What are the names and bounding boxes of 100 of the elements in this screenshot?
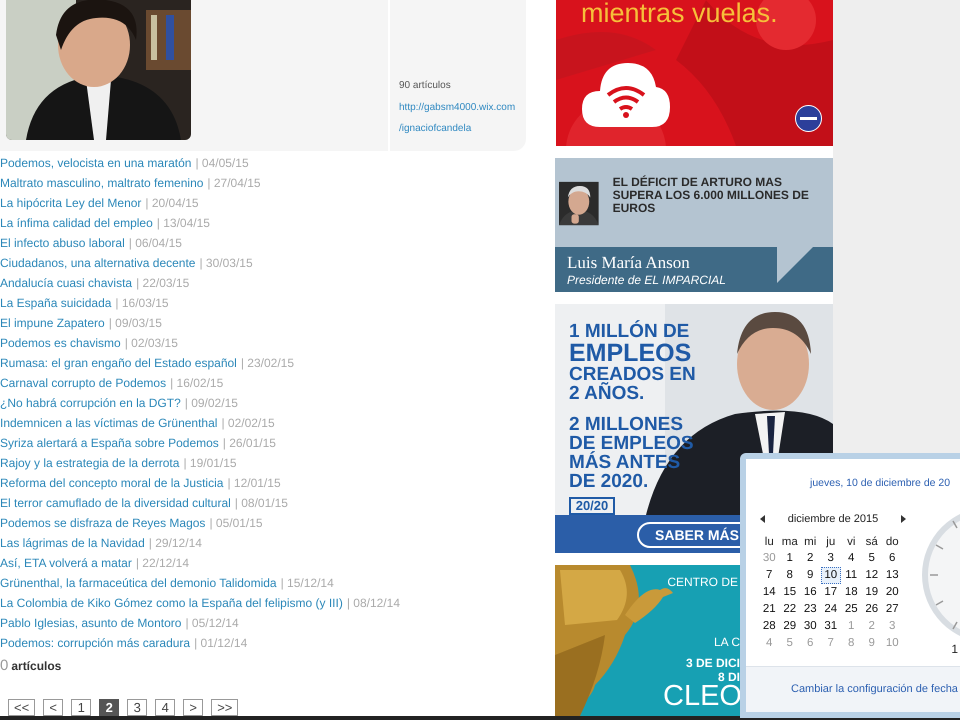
article-link[interactable]: Podemos: corrupción más caradura — [0, 634, 190, 652]
calendar-day[interactable]: 30 — [800, 618, 820, 634]
ad-text: 1 MILLÓN DE — [569, 322, 690, 341]
article-date: | 01/12/14 — [194, 635, 248, 652]
article-link[interactable]: Pablo Iglesias, asunto de Montoro — [0, 614, 182, 632]
calendar-day[interactable]: 28 — [759, 618, 780, 634]
article-link[interactable]: La hipócrita Ley del Menor — [0, 194, 142, 212]
article-link[interactable]: Indemnicen a las víctimas de Grünenthal — [0, 414, 218, 432]
calendar-day[interactable]: 3 — [820, 550, 841, 566]
page-button[interactable]: << — [8, 699, 36, 716]
calendar-day[interactable]: 14 — [759, 584, 780, 600]
article-date: | 08/12/14 — [346, 595, 400, 612]
article-link[interactable]: Podemos es chavismo — [0, 334, 121, 352]
calendar-day[interactable]: 21 — [759, 600, 780, 618]
article-link[interactable]: Andalucía cuasi chavista — [0, 274, 132, 292]
calendar-day[interactable]: 1 — [780, 550, 800, 566]
page-button[interactable]: >> — [211, 699, 238, 716]
calendar-day[interactable]: 18 — [841, 584, 862, 600]
calendar-day[interactable]: 12 — [862, 566, 882, 584]
website-link[interactable]: http://gabsm4000.wix.com — [399, 100, 526, 116]
article-link[interactable]: Rajoy y la estrategia de la derrota — [0, 454, 180, 472]
calendar-day[interactable]: 15 — [780, 584, 800, 600]
article-date: | 22/12/14 — [136, 555, 189, 572]
article-link[interactable]: Podemos, velocista en una maratón — [0, 154, 192, 172]
article-date: | 05/01/15 — [209, 515, 263, 532]
calendar-day[interactable]: 25 — [841, 600, 862, 618]
author-name: Luis María Anson — [567, 253, 690, 273]
article-link[interactable]: El terror camuflado de la diversidad cultural — [0, 494, 231, 512]
calendar-day[interactable]: 23 — [800, 600, 820, 618]
page-button[interactable]: 1 — [71, 699, 92, 716]
weekday-label: vi — [846, 534, 856, 550]
article-link[interactable]: Así, ETA volverá a matar — [0, 554, 132, 572]
calendar-day[interactable]: 10 — [820, 566, 841, 584]
calendar-day[interactable]: 17 — [820, 584, 841, 600]
page-button[interactable]: > — [183, 699, 204, 716]
article-date: | 19/01/15 — [183, 455, 237, 472]
article-date: | 20/04/15 — [145, 195, 199, 212]
article-link[interactable]: ¿No habrá corrupción en la DGT? — [0, 394, 181, 412]
weekday-label: ma — [780, 534, 799, 550]
weekday-label: mi — [803, 534, 818, 550]
article-date: | 13/04/15 — [156, 215, 210, 232]
article-count: 90 artículos — [399, 79, 452, 93]
calendar-day[interactable]: 29 — [780, 618, 800, 634]
next-month-icon[interactable] — [900, 515, 906, 524]
weekday-label: sá — [864, 534, 879, 550]
page-button[interactable]: 3 — [127, 699, 148, 716]
ad-banner[interactable]: EL DÉFICIT DE ARTURO MAS SUPERA LOS 6.000 MILLONES DE EUROS Luis María Anson Presidente de EL IMPARCIAL — [555, 158, 833, 292]
calendar-day[interactable]: 6 — [882, 550, 902, 566]
calendar-day[interactable]: 7 — [759, 566, 780, 584]
ad-text: EMPLEOS — [569, 341, 692, 365]
article-date: | 23/02/15 — [240, 355, 294, 372]
page-button[interactable]: < — [43, 699, 64, 716]
ad-text: LA C — [714, 635, 740, 649]
article-link[interactable]: El infecto abuso laboral — [0, 234, 125, 252]
previous-month-icon[interactable] — [760, 515, 765, 524]
article-date: | 22/03/15 — [136, 275, 190, 292]
calendar-day[interactable]: 24 — [820, 600, 841, 618]
article-link[interactable]: La España suicidada — [0, 294, 112, 312]
calendar-day[interactable]: 20 — [882, 584, 902, 600]
website-link[interactable]: /ignaciofcandela — [399, 121, 526, 137]
article-date: | 08/01/15 — [234, 495, 288, 512]
article-link[interactable]: Ciudadanos, una alternativa decente — [0, 254, 196, 272]
date-title[interactable]: jueves, 10 de diciembre de 20 — [810, 476, 950, 490]
article-date: | 04/05/15 — [195, 155, 249, 172]
logo-icon — [795, 105, 822, 132]
article-link[interactable]: Grünenthal, la farmaceútica del demonio Talidomida — [0, 574, 277, 592]
calendar-day[interactable]: 4 — [841, 550, 862, 566]
article-date: | 05/12/14 — [185, 615, 239, 632]
article-link[interactable]: Rumasa: el gran engaño del Estado español — [0, 354, 237, 372]
calendar-day[interactable]: 2 — [800, 550, 820, 566]
calendar-day[interactable]: 22 — [780, 600, 800, 618]
article-link[interactable]: Podemos se disfraza de Reyes Magos — [0, 514, 206, 532]
calendar-day[interactable]: 31 — [820, 618, 841, 634]
calendar-day[interactable]: 11 — [841, 566, 862, 584]
article-link[interactable]: La ínfima calidad del empleo — [0, 214, 153, 232]
article-link[interactable]: Maltrato masculino, maltrato femenino — [0, 174, 204, 192]
calendar-day[interactable]: 26 — [862, 600, 882, 618]
article-link[interactable]: La Colombia de Kiko Gómez como la España del felipismo (y III) — [0, 594, 343, 612]
article-date: | 27/04/15 — [207, 175, 261, 192]
calendar-day[interactable]: 19 — [862, 584, 882, 600]
article-link[interactable]: Reforma del concepto moral de la Justicia — [0, 474, 224, 492]
ad-text: CENTRO DE — [667, 575, 738, 589]
article-date: | 06/04/15 — [128, 235, 182, 252]
page-button[interactable]: 4 — [155, 699, 176, 716]
calendar-day[interactable]: 13 — [882, 566, 902, 584]
calendar-day[interactable]: 5 — [862, 550, 882, 566]
month-label[interactable]: diciembre de 2015 — [788, 511, 878, 528]
article-date: | 30/03/15 — [199, 255, 253, 272]
calendar-day[interactable]: 8 — [780, 566, 800, 584]
article-date: | 02/03/15 — [124, 335, 178, 352]
calendar-day[interactable]: 9 — [800, 566, 820, 584]
calendar-day[interactable]: 16 — [800, 584, 820, 600]
article-link[interactable]: Carnaval corrupto de Podemos — [0, 374, 166, 392]
article-link[interactable]: El impune Zapatero — [0, 314, 105, 332]
article-link[interactable]: Las lágrimas de la Navidad — [0, 534, 145, 552]
calendar-day[interactable]: 27 — [882, 600, 902, 618]
weekday-label: ju — [825, 534, 836, 550]
page-button[interactable]: 2 — [99, 699, 120, 716]
ad-text: 3 DE DICI — [686, 656, 740, 670]
article-link[interactable]: Syriza alertará a España sobre Podemos — [0, 434, 219, 452]
